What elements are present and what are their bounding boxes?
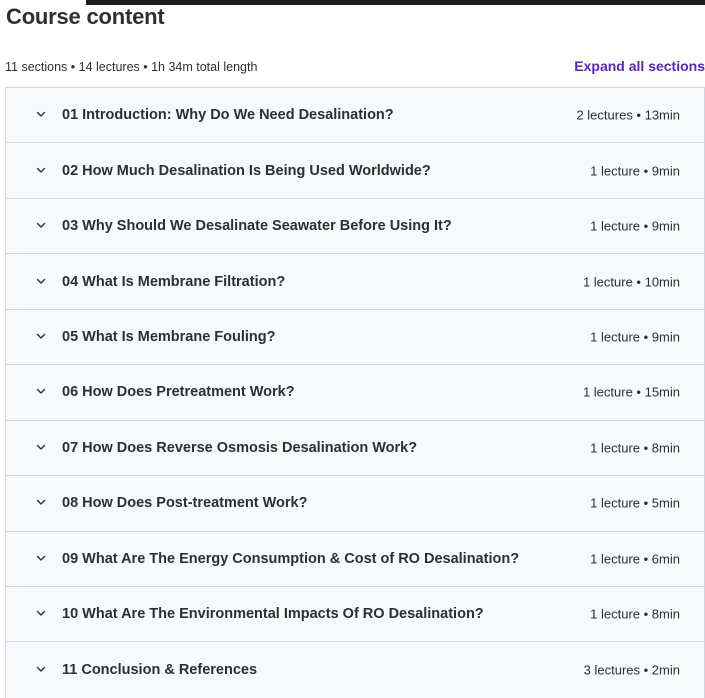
section-item[interactable]: 02 How Much Desalination Is Being Used W… bbox=[6, 143, 704, 199]
section-title: 08 How Does Post-treatment Work? bbox=[62, 495, 308, 512]
section-meta: 1 lecture • 8min bbox=[590, 606, 680, 622]
section-list: 01 Introduction: Why Do We Need Desalina… bbox=[5, 87, 705, 698]
section-meta: 1 lecture • 6min bbox=[590, 551, 680, 567]
page-title: Course content bbox=[6, 4, 165, 29]
top-bar bbox=[86, 0, 705, 5]
section-item[interactable]: 04 What Is Membrane Filtration? 1 lectur… bbox=[6, 254, 704, 310]
section-item[interactable]: 08 How Does Post-treatment Work? 1 lectu… bbox=[6, 476, 704, 532]
section-title: 05 What Is Membrane Fouling? bbox=[62, 328, 276, 345]
section-title: 03 Why Should We Desalinate Seawater Bef… bbox=[62, 218, 452, 235]
section-item[interactable]: 09 What Are The Energy Consumption & Cos… bbox=[6, 531, 704, 587]
chevron-down-icon bbox=[35, 385, 47, 397]
section-meta: 1 lecture • 8min bbox=[590, 440, 680, 456]
section-item[interactable]: 01 Introduction: Why Do We Need Desalina… bbox=[6, 88, 704, 144]
section-item[interactable]: 11 Conclusion & References 3 lectures • … bbox=[6, 642, 704, 698]
chevron-down-icon bbox=[35, 552, 47, 564]
course-summary: 11 sections • 14 lectures • 1h 34m total… bbox=[5, 60, 258, 74]
section-meta: 2 lectures • 13min bbox=[576, 107, 680, 123]
section-meta: 1 lecture • 9min bbox=[590, 329, 680, 345]
chevron-down-icon bbox=[35, 607, 47, 619]
section-title: 09 What Are The Energy Consumption & Cos… bbox=[62, 550, 520, 567]
section-meta: 1 lecture • 15min bbox=[582, 384, 680, 400]
section-title: 01 Introduction: Why Do We Need Desalina… bbox=[62, 107, 394, 124]
section-meta: 3 lectures • 2min bbox=[583, 662, 680, 678]
section-meta: 1 lecture • 9min bbox=[590, 163, 680, 179]
chevron-down-icon bbox=[35, 275, 47, 287]
section-meta: 1 lecture • 10min bbox=[582, 274, 680, 290]
chevron-down-icon bbox=[35, 496, 47, 508]
section-title: 06 How Does Pretreatment Work? bbox=[62, 384, 295, 401]
section-title: 04 What Is Membrane Filtration? bbox=[62, 273, 286, 290]
course-meta-row: 11 sections • 14 lectures • 1h 34m total… bbox=[5, 58, 705, 78]
section-title: 10 What Are The Environmental Impacts Of… bbox=[62, 606, 484, 623]
expand-all-sections-button[interactable]: Expand all sections bbox=[574, 58, 705, 74]
section-meta: 1 lecture • 9min bbox=[590, 218, 680, 234]
chevron-down-icon bbox=[35, 164, 47, 176]
section-item[interactable]: 06 How Does Pretreatment Work? 1 lecture… bbox=[6, 365, 704, 421]
section-item[interactable]: 07 How Does Reverse Osmosis Desalination… bbox=[6, 420, 704, 477]
section-title: 07 How Does Reverse Osmosis Desalination… bbox=[62, 439, 418, 456]
section-title: 11 Conclusion & References bbox=[62, 662, 258, 679]
chevron-down-icon bbox=[35, 330, 47, 342]
section-item[interactable]: 10 What Are The Environmental Impacts Of… bbox=[6, 586, 704, 643]
chevron-down-icon bbox=[35, 108, 47, 120]
section-title: 02 How Much Desalination Is Being Used W… bbox=[62, 162, 431, 179]
section-item[interactable]: 03 Why Should We Desalinate Seawater Bef… bbox=[6, 198, 704, 255]
chevron-down-icon bbox=[35, 663, 47, 675]
section-item[interactable]: 05 What Is Membrane Fouling? 1 lecture •… bbox=[6, 309, 704, 366]
section-meta: 1 lecture • 5min bbox=[590, 495, 680, 511]
chevron-down-icon bbox=[35, 441, 47, 453]
chevron-down-icon bbox=[35, 219, 47, 231]
